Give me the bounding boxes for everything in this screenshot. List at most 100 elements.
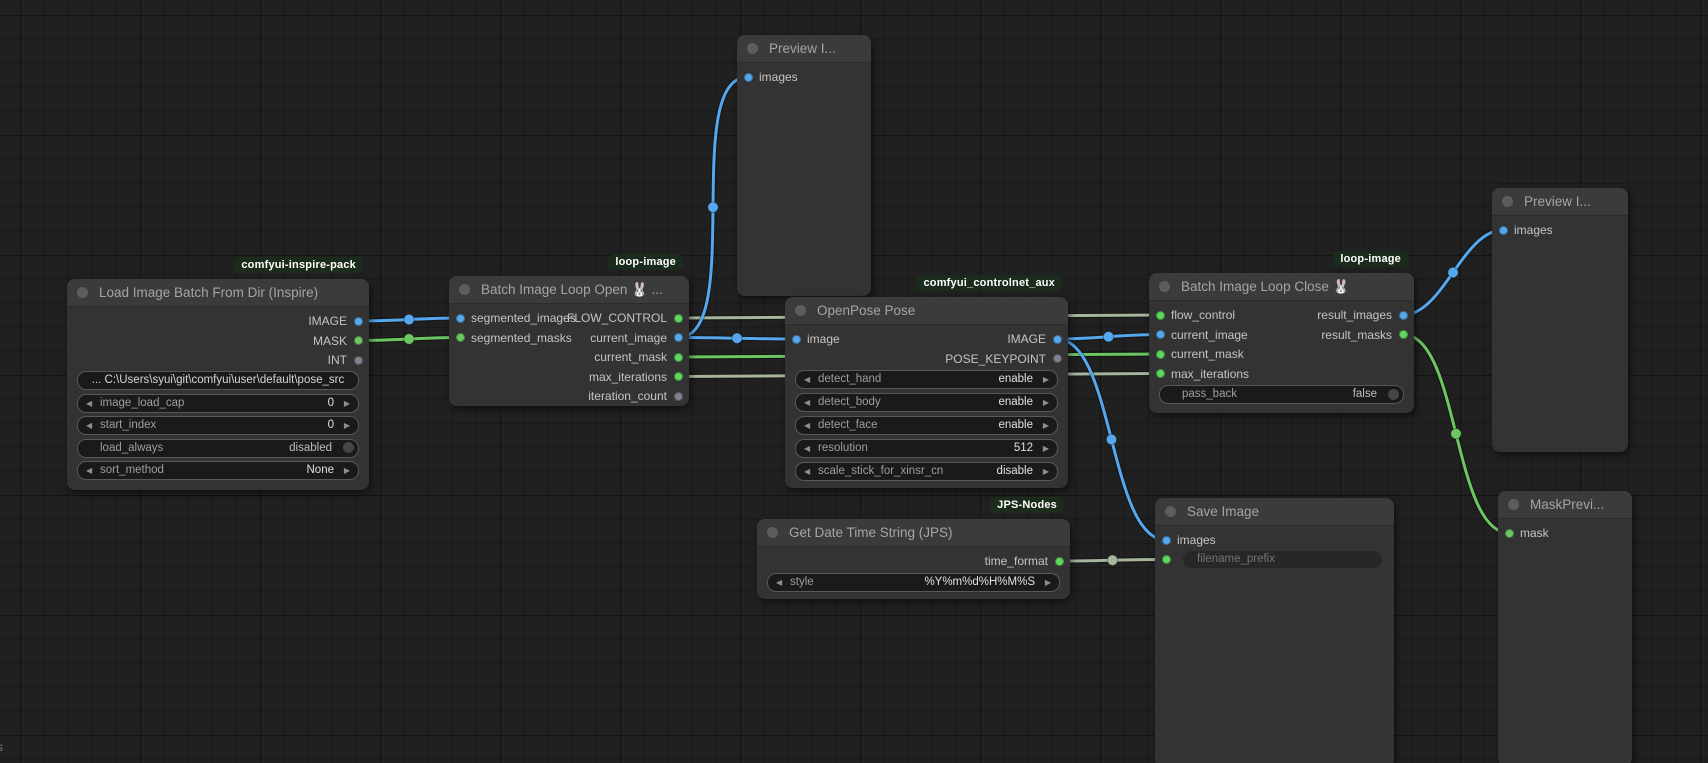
node-titlebar[interactable]: Batch Image Loop Open 🐰 ... bbox=[449, 276, 689, 304]
node-title: OpenPose Pose bbox=[817, 303, 915, 318]
decrement-arrow-icon[interactable]: ◀ bbox=[776, 574, 782, 591]
collapse-dot-icon[interactable] bbox=[1165, 506, 1176, 517]
widget-detect_hand[interactable]: ◀detect_handenable▶ bbox=[795, 370, 1058, 389]
node-save-image[interactable]: Save Imageimagesfilename_prefix bbox=[1155, 498, 1394, 763]
increment-arrow-icon[interactable]: ▶ bbox=[1043, 463, 1049, 480]
node-preview-image-top[interactable]: Preview I...images bbox=[737, 35, 871, 296]
node-titlebar[interactable]: Preview I... bbox=[1492, 188, 1628, 216]
node-titlebar[interactable]: Save Image bbox=[1155, 498, 1394, 526]
increment-arrow-icon[interactable]: ▶ bbox=[344, 462, 350, 479]
slot-dot-current_image[interactable] bbox=[1156, 330, 1165, 339]
input-slot-filename_prefix bbox=[1155, 551, 1177, 569]
slot-dot-FLOW_CONTROL[interactable] bbox=[674, 314, 683, 323]
node-batch-image-loop-open[interactable]: loop-imageBatch Image Loop Open 🐰 ...seg… bbox=[449, 276, 689, 406]
increment-arrow-icon[interactable]: ▶ bbox=[1043, 417, 1049, 434]
widget-load_always[interactable]: load_alwaysdisabled bbox=[77, 439, 359, 458]
widget-detect_body[interactable]: ◀detect_bodyenable▶ bbox=[795, 393, 1058, 412]
link-midpoint-dot[interactable] bbox=[1107, 555, 1117, 565]
slot-dot-time_format[interactable] bbox=[1055, 557, 1064, 566]
slot-dot-iteration_count[interactable] bbox=[674, 392, 683, 401]
slot-dot-image[interactable] bbox=[792, 335, 801, 344]
decrement-arrow-icon[interactable]: ◀ bbox=[804, 463, 810, 480]
widget-scale_stick_for_xinsr_cn[interactable]: ◀scale_stick_for_xinsr_cndisable▶ bbox=[795, 462, 1058, 481]
slot-dot-segmented_masks[interactable] bbox=[456, 333, 465, 342]
decrement-arrow-icon[interactable]: ◀ bbox=[804, 440, 810, 457]
slot-dot-images[interactable] bbox=[744, 73, 753, 82]
widget-sort_method[interactable]: ◀sort_methodNone▶ bbox=[77, 461, 359, 480]
slot-label: segmented_masks bbox=[471, 331, 572, 345]
link-midpoint-dot[interactable] bbox=[404, 334, 414, 344]
link-midpoint-dot[interactable] bbox=[1451, 429, 1461, 439]
widget-resolution[interactable]: ◀resolution512▶ bbox=[795, 439, 1058, 458]
widget-pass_back[interactable]: pass_backfalse bbox=[1159, 385, 1404, 404]
link-midpoint-dot[interactable] bbox=[1448, 267, 1458, 277]
slot-dot-images[interactable] bbox=[1162, 536, 1171, 545]
node-mask-preview[interactable]: MaskPrevi...mask bbox=[1498, 491, 1632, 763]
link-midpoint-dot[interactable] bbox=[708, 202, 718, 212]
collapse-dot-icon[interactable] bbox=[1159, 281, 1170, 292]
collapse-dot-icon[interactable] bbox=[459, 284, 470, 295]
widget-value[interactable]: ... C:\Users\syui\git\comfyui\user\defau… bbox=[77, 371, 359, 390]
toggle-knob[interactable] bbox=[1388, 389, 1399, 400]
increment-arrow-icon[interactable]: ▶ bbox=[1043, 371, 1049, 388]
collapse-dot-icon[interactable] bbox=[767, 527, 778, 538]
slot-dot-images[interactable] bbox=[1499, 226, 1508, 235]
node-titlebar[interactable]: Preview I... bbox=[737, 35, 871, 63]
node-titlebar[interactable]: Load Image Batch From Dir (Inspire) bbox=[67, 279, 369, 307]
node-batch-image-loop-close[interactable]: loop-imageBatch Image Loop Close 🐰flow_c… bbox=[1149, 273, 1414, 413]
decrement-arrow-icon[interactable]: ◀ bbox=[86, 395, 92, 412]
node-openpose-pose[interactable]: comfyui_controlnet_auxOpenPose Poseimage… bbox=[785, 297, 1068, 488]
slot-dot-result_masks[interactable] bbox=[1399, 330, 1408, 339]
node-titlebar[interactable]: Get Date Time String (JPS) bbox=[757, 519, 1070, 547]
widget-detect_face[interactable]: ◀detect_faceenable▶ bbox=[795, 416, 1058, 435]
slot-dot-current_mask[interactable] bbox=[1156, 350, 1165, 359]
slot-dot-mask[interactable] bbox=[1505, 529, 1514, 538]
slot-dot-MASK[interactable] bbox=[354, 336, 363, 345]
slot-dot-max_iterations[interactable] bbox=[1156, 369, 1165, 378]
input-slot-images: images bbox=[1492, 221, 1553, 239]
slot-dot-max_iterations[interactable] bbox=[674, 372, 683, 381]
increment-arrow-icon[interactable]: ▶ bbox=[1043, 440, 1049, 457]
slot-dot-IMAGE[interactable] bbox=[354, 317, 363, 326]
collapse-dot-icon[interactable] bbox=[747, 43, 758, 54]
toggle-knob[interactable] bbox=[343, 442, 354, 453]
decrement-arrow-icon[interactable]: ◀ bbox=[86, 462, 92, 479]
widget-style[interactable]: ◀style%Y%m%d%H%M%S▶ bbox=[767, 573, 1060, 592]
widget-input-filename_prefix[interactable]: filename_prefix bbox=[1183, 551, 1382, 568]
slot-dot-flow_control[interactable] bbox=[1156, 311, 1165, 320]
widget-start_index[interactable]: ◀start_index0▶ bbox=[77, 416, 359, 435]
node-preview-image-right[interactable]: Preview I... images bbox=[1492, 188, 1628, 452]
collapse-dot-icon[interactable] bbox=[1508, 499, 1519, 510]
increment-arrow-icon[interactable]: ▶ bbox=[344, 417, 350, 434]
slot-dot-filename_prefix[interactable] bbox=[1162, 555, 1171, 564]
collapse-dot-icon[interactable] bbox=[77, 287, 88, 298]
increment-arrow-icon[interactable]: ▶ bbox=[344, 395, 350, 412]
slot-dot-segmented_images[interactable] bbox=[456, 314, 465, 323]
slot-dot-current_image[interactable] bbox=[674, 333, 683, 342]
link-midpoint-dot[interactable] bbox=[1103, 332, 1113, 342]
collapse-dot-icon[interactable] bbox=[1502, 196, 1513, 207]
slot-dot-IMAGE[interactable] bbox=[1053, 335, 1062, 344]
decrement-arrow-icon[interactable]: ◀ bbox=[804, 417, 810, 434]
node-titlebar[interactable]: OpenPose Pose bbox=[785, 297, 1068, 325]
node-load-image-batch[interactable]: comfyui-inspire-packLoad Image Batch Fro… bbox=[67, 279, 369, 490]
link-midpoint-dot[interactable] bbox=[732, 333, 742, 343]
slot-dot-POSE_KEYPOINT[interactable] bbox=[1053, 354, 1062, 363]
slot-dot-current_mask[interactable] bbox=[674, 353, 683, 362]
node-get-date-time-string[interactable]: JPS-NodesGet Date Time String (JPS)time_… bbox=[757, 519, 1070, 599]
collapse-dot-icon[interactable] bbox=[795, 305, 806, 316]
node-titlebar[interactable]: MaskPrevi... bbox=[1498, 491, 1632, 519]
output-slot-result_masks: result_masks bbox=[1321, 326, 1414, 344]
decrement-arrow-icon[interactable]: ◀ bbox=[804, 394, 810, 411]
node-graph-canvas[interactable]: comfyui-inspire-packLoad Image Batch Fro… bbox=[0, 0, 1708, 763]
increment-arrow-icon[interactable]: ▶ bbox=[1043, 394, 1049, 411]
node-titlebar[interactable]: Batch Image Loop Close 🐰 bbox=[1149, 273, 1414, 301]
slot-dot-INT[interactable] bbox=[354, 356, 363, 365]
widget-image_load_cap[interactable]: ◀image_load_cap0▶ bbox=[77, 394, 359, 413]
increment-arrow-icon[interactable]: ▶ bbox=[1045, 574, 1051, 591]
link-midpoint-dot[interactable] bbox=[1106, 434, 1116, 444]
slot-dot-result_images[interactable] bbox=[1399, 311, 1408, 320]
decrement-arrow-icon[interactable]: ◀ bbox=[86, 417, 92, 434]
decrement-arrow-icon[interactable]: ◀ bbox=[804, 371, 810, 388]
link-midpoint-dot[interactable] bbox=[404, 314, 414, 324]
